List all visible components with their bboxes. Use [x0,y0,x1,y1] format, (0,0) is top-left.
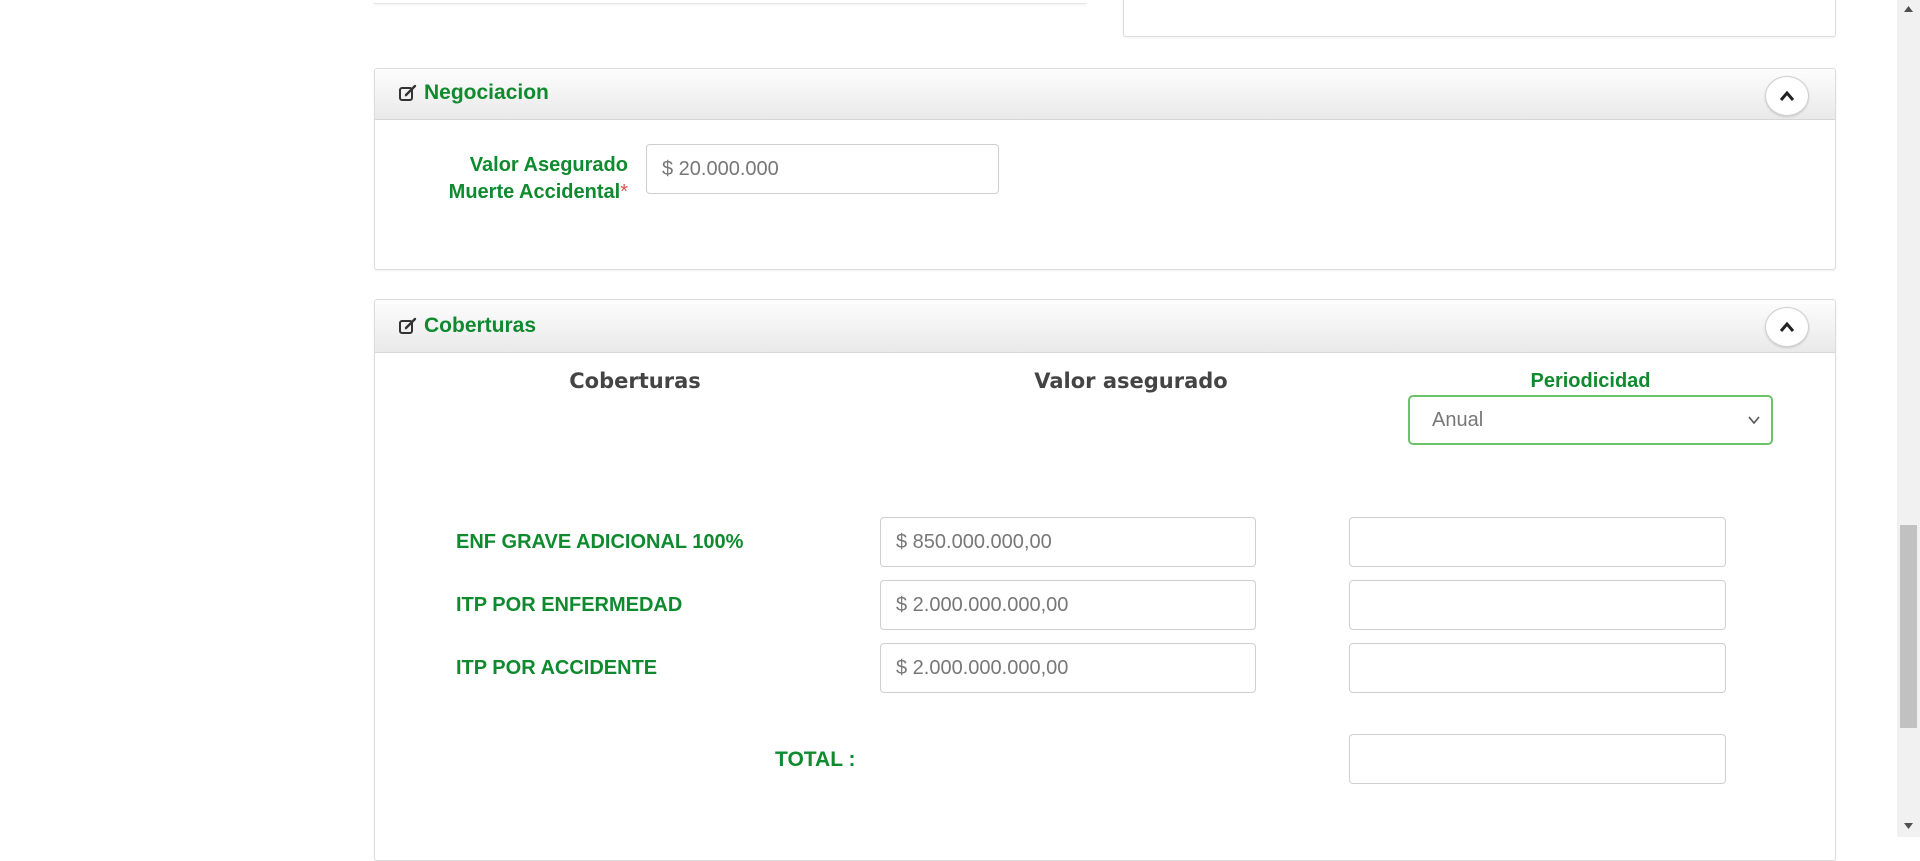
coberturas-panel-title: Coberturas [398,314,536,338]
valor-label-line1: Valor Asegurado [469,154,628,176]
cobertura-periodicidad-input[interactable] [1349,643,1726,693]
negociacion-panel-header: Negociacion [375,69,1835,120]
coberturas-collapse-button[interactable] [1765,307,1809,347]
cobertura-valor-input[interactable] [880,580,1256,630]
chevron-down-icon [1748,416,1760,425]
scroll-down-arrow-icon[interactable] [1903,822,1914,830]
column-header-coberturas: Coberturas [569,369,701,393]
cobertura-row-label: ITP POR ENFERMEDAD [456,594,683,616]
previous-panel-left [374,0,1086,4]
total-input[interactable] [1349,734,1726,784]
cobertura-valor-input[interactable] [880,643,1256,693]
cobertura-row-label: ITP POR ACCIDENTE [456,657,658,679]
periodicidad-selected-value: Anual [1432,408,1484,431]
negociacion-panel: Negociacion Valor Asegurado Muerte Accid… [374,68,1836,270]
negociacion-title-text: Negociacion [424,81,549,104]
valor-asegurado-label: Valor Asegurado Muerte Accidental* [375,152,628,206]
column-header-periodicidad: Periodicidad [1530,370,1651,392]
negociacion-collapse-button[interactable] [1765,76,1809,116]
chevron-up-icon [1779,90,1795,101]
valor-label-line2: Muerte Accidental [448,181,621,203]
total-label: TOTAL : [775,748,856,771]
scrollbar-thumb[interactable] [1900,525,1917,728]
cobertura-periodicidad-input[interactable] [1349,517,1726,567]
cobertura-valor-input[interactable] [880,517,1256,567]
chevron-up-icon [1779,321,1795,332]
edit-icon [399,317,417,334]
valor-asegurado-input[interactable] [646,144,999,194]
scroll-up-arrow-icon[interactable] [1903,5,1914,13]
previous-panel-right [1123,0,1836,37]
periodicidad-select[interactable]: Anual [1408,395,1773,445]
page-scrollbar[interactable] [1897,0,1920,837]
coberturas-title-text: Coberturas [424,314,537,337]
edit-icon [399,84,417,101]
cobertura-row-label: ENF GRAVE ADICIONAL 100% [456,531,744,553]
cobertura-periodicidad-input[interactable] [1349,580,1726,630]
required-asterisk: * [620,181,628,203]
column-header-valor-asegurado: Valor asegurado [1034,369,1228,393]
coberturas-panel-header: Coberturas [375,300,1835,353]
coberturas-panel: Coberturas Coberturas Valor asegurado Pe… [374,299,1836,861]
negociacion-panel-title: Negociacion [398,81,549,105]
